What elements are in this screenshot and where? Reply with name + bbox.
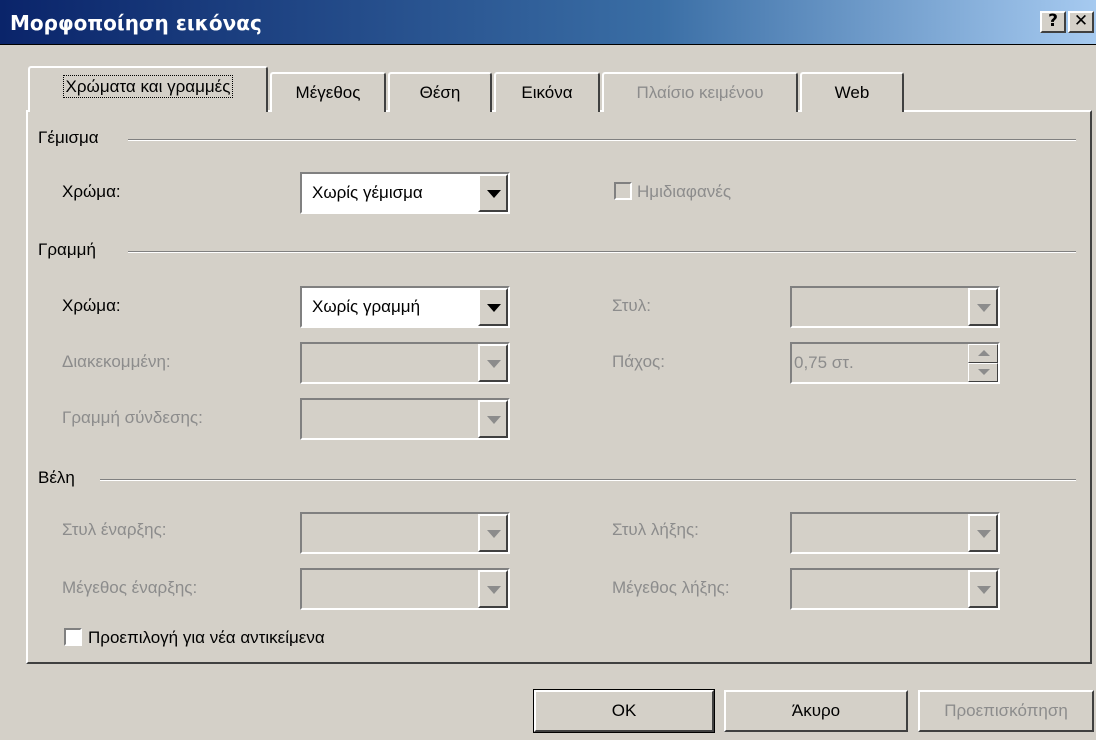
begin-size-label: Μέγεθος έναρξης: [62,578,198,597]
dropdown-arrow[interactable] [478,174,508,212]
tab-label: Μέγεθος [295,83,361,102]
tab-picture[interactable]: Εικόνα [494,72,600,112]
fill-color-value: Χωρίς γέμισμα [312,183,423,202]
end-size-label: Μέγεθος λήξης: [612,578,730,597]
end-style-dropdown [790,512,1000,554]
chevron-down-icon [978,369,990,375]
tab-label: Χρώματα και γραμμές [62,75,234,98]
line-style-dropdown [790,286,1000,328]
close-button[interactable]: ✕ [1068,11,1094,33]
connector-dropdown [300,398,510,440]
spinner-buttons [968,344,998,382]
connector-label: Γραμμή σύνδεσης: [62,408,203,427]
spin-up-button [968,344,998,363]
semitransparent-checkbox [614,182,632,200]
help-button[interactable]: ? [1040,11,1066,33]
dropdown-arrow [478,400,508,438]
dropdown-arrow [968,288,998,326]
semitransparent-label: Ημιδιαφανές [637,182,732,201]
tab-label: Θέση [419,83,461,102]
preview-button: Προεπισκόπηση [918,690,1094,732]
line-color-label: Χρώμα: [62,296,121,315]
chevron-down-icon [977,530,991,538]
arrows-section-label: Βέλη [38,468,75,487]
chevron-down-icon [487,360,501,368]
line-section-label: Γραμμή [38,240,96,259]
tab-size[interactable]: Μέγεθος [270,72,386,112]
begin-size-dropdown [300,568,510,610]
dashed-dropdown [300,342,510,384]
title-bar[interactable]: Μορφοποίηση εικόνας ? ✕ [0,0,1096,45]
begin-style-label: Στυλ έναρξης: [62,520,167,539]
default-for-new-label[interactable]: Προεπιλογή για νέα αντικείμενα [88,628,325,648]
section-divider [128,139,1076,141]
tab-position[interactable]: Θέση [388,72,492,112]
chevron-up-icon [978,350,990,356]
chevron-down-icon [977,304,991,312]
tab-text-box: Πλαίσιο κειμένου [602,72,798,112]
line-weight-label: Πάχος: [612,352,665,371]
tab-label: Εικόνα [521,83,573,102]
default-for-new-checkbox[interactable] [64,628,82,646]
dropdown-arrow [968,514,998,552]
end-style-label: Στυλ λήξης: [612,520,699,539]
fill-color-label: Χρώμα: [62,182,121,201]
line-color-dropdown[interactable]: Χωρίς γραμμή [300,286,510,328]
line-color-value: Χωρίς γραμμή [312,297,421,316]
chevron-down-icon [977,586,991,594]
line-weight-spinner: 0,75 στ. [790,342,1000,384]
dropdown-arrow [478,344,508,382]
dropdown-arrow[interactable] [478,288,508,326]
cancel-button[interactable]: Άκυρο [724,690,908,732]
begin-style-dropdown [300,512,510,554]
chevron-down-icon [487,530,501,538]
dropdown-arrow [478,514,508,552]
ok-button[interactable]: OK [533,689,715,733]
fill-section-label: Γέμισμα [38,128,99,147]
fill-color-dropdown[interactable]: Χωρίς γέμισμα [300,172,510,214]
dropdown-arrow [478,570,508,608]
line-weight-value: 0,75 στ. [794,353,854,372]
chevron-down-icon [487,586,501,594]
spin-down-button [968,363,998,382]
tab-colors-and-lines[interactable]: Χρώματα και γραμμές [28,66,268,112]
section-divider [128,251,1076,253]
window-title: Μορφοποίηση εικόνας [10,11,262,35]
section-divider [100,479,1076,481]
dropdown-arrow [968,570,998,608]
chevron-down-icon [487,304,501,312]
line-style-label: Στυλ: [612,296,651,315]
end-size-dropdown [790,568,1000,610]
tab-label: Πλαίσιο κειμένου [636,83,764,102]
chevron-down-icon [487,416,501,424]
tab-web[interactable]: Web [800,72,904,112]
tab-label: Web [834,83,870,102]
dashed-label: Διακεκομμένη: [62,352,171,371]
chevron-down-icon [487,190,501,198]
